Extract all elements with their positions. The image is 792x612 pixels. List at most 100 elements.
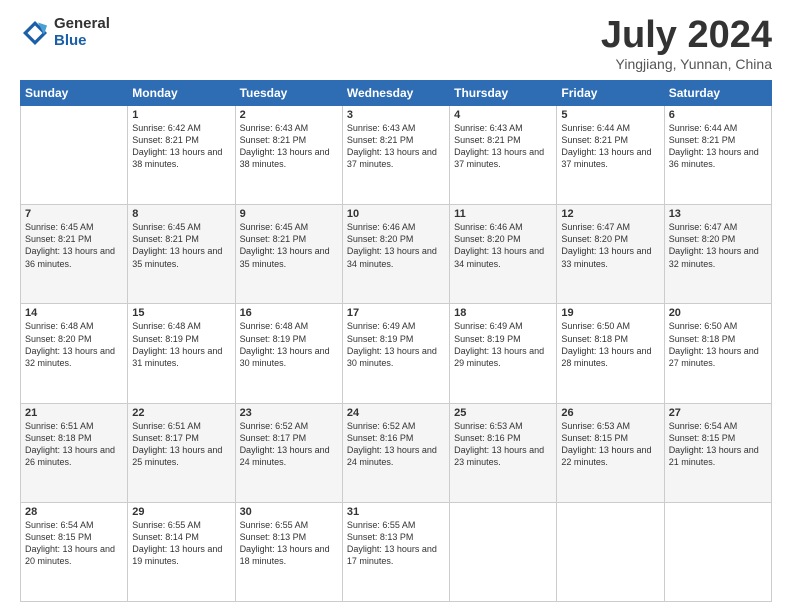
calendar-cell: 2Sunrise: 6:43 AMSunset: 8:21 PMDaylight… (235, 106, 342, 205)
day-number: 18 (454, 307, 552, 319)
calendar-cell: 10Sunrise: 6:46 AMSunset: 8:20 PMDayligh… (342, 205, 449, 304)
cell-content: Sunrise: 6:44 AMSunset: 8:21 PMDaylight:… (669, 122, 767, 171)
day-number: 28 (25, 506, 123, 518)
calendar-cell: 6Sunrise: 6:44 AMSunset: 8:21 PMDaylight… (664, 106, 771, 205)
calendar-cell: 25Sunrise: 6:53 AMSunset: 8:16 PMDayligh… (450, 403, 557, 502)
calendar-cell: 20Sunrise: 6:50 AMSunset: 8:18 PMDayligh… (664, 304, 771, 403)
calendar-cell: 7Sunrise: 6:45 AMSunset: 8:21 PMDaylight… (21, 205, 128, 304)
calendar-cell: 4Sunrise: 6:43 AMSunset: 8:21 PMDaylight… (450, 106, 557, 205)
logo: General Blue (20, 16, 110, 49)
day-number: 22 (132, 407, 230, 419)
day-number: 12 (561, 208, 659, 220)
cell-content: Sunrise: 6:55 AMSunset: 8:14 PMDaylight:… (132, 519, 230, 568)
day-number: 15 (132, 307, 230, 319)
calendar-table: SundayMondayTuesdayWednesdayThursdayFrid… (20, 80, 772, 602)
calendar-cell: 15Sunrise: 6:48 AMSunset: 8:19 PMDayligh… (128, 304, 235, 403)
day-number: 23 (240, 407, 338, 419)
cell-content: Sunrise: 6:50 AMSunset: 8:18 PMDaylight:… (669, 320, 767, 369)
calendar-cell: 13Sunrise: 6:47 AMSunset: 8:20 PMDayligh… (664, 205, 771, 304)
cell-content: Sunrise: 6:48 AMSunset: 8:20 PMDaylight:… (25, 320, 123, 369)
title-section: July 2024 Yingjiang, Yunnan, China (601, 16, 772, 72)
calendar-cell: 3Sunrise: 6:43 AMSunset: 8:21 PMDaylight… (342, 106, 449, 205)
day-number: 24 (347, 407, 445, 419)
day-number: 4 (454, 109, 552, 121)
day-number: 17 (347, 307, 445, 319)
cell-content: Sunrise: 6:48 AMSunset: 8:19 PMDaylight:… (240, 320, 338, 369)
cell-content: Sunrise: 6:55 AMSunset: 8:13 PMDaylight:… (347, 519, 445, 568)
cell-content: Sunrise: 6:51 AMSunset: 8:17 PMDaylight:… (132, 420, 230, 469)
calendar: SundayMondayTuesdayWednesdayThursdayFrid… (20, 80, 772, 602)
calendar-cell: 19Sunrise: 6:50 AMSunset: 8:18 PMDayligh… (557, 304, 664, 403)
cell-content: Sunrise: 6:42 AMSunset: 8:21 PMDaylight:… (132, 122, 230, 171)
day-number: 8 (132, 208, 230, 220)
cell-content: Sunrise: 6:45 AMSunset: 8:21 PMDaylight:… (240, 221, 338, 270)
calendar-cell: 27Sunrise: 6:54 AMSunset: 8:15 PMDayligh… (664, 403, 771, 502)
cell-content: Sunrise: 6:45 AMSunset: 8:21 PMDaylight:… (132, 221, 230, 270)
calendar-cell: 30Sunrise: 6:55 AMSunset: 8:13 PMDayligh… (235, 502, 342, 601)
day-number: 26 (561, 407, 659, 419)
cell-content: Sunrise: 6:45 AMSunset: 8:21 PMDaylight:… (25, 221, 123, 270)
calendar-cell: 29Sunrise: 6:55 AMSunset: 8:14 PMDayligh… (128, 502, 235, 601)
calendar-week-row: 28Sunrise: 6:54 AMSunset: 8:15 PMDayligh… (21, 502, 772, 601)
weekday-header: Sunday (21, 81, 128, 106)
day-number: 20 (669, 307, 767, 319)
location: Yingjiang, Yunnan, China (601, 56, 772, 72)
day-number: 29 (132, 506, 230, 518)
calendar-cell: 16Sunrise: 6:48 AMSunset: 8:19 PMDayligh… (235, 304, 342, 403)
cell-content: Sunrise: 6:47 AMSunset: 8:20 PMDaylight:… (561, 221, 659, 270)
cell-content: Sunrise: 6:48 AMSunset: 8:19 PMDaylight:… (132, 320, 230, 369)
calendar-cell (557, 502, 664, 601)
day-number: 2 (240, 109, 338, 121)
weekday-header: Monday (128, 81, 235, 106)
cell-content: Sunrise: 6:53 AMSunset: 8:16 PMDaylight:… (454, 420, 552, 469)
day-number: 25 (454, 407, 552, 419)
cell-content: Sunrise: 6:43 AMSunset: 8:21 PMDaylight:… (347, 122, 445, 171)
calendar-week-row: 21Sunrise: 6:51 AMSunset: 8:18 PMDayligh… (21, 403, 772, 502)
calendar-cell: 21Sunrise: 6:51 AMSunset: 8:18 PMDayligh… (21, 403, 128, 502)
cell-content: Sunrise: 6:55 AMSunset: 8:13 PMDaylight:… (240, 519, 338, 568)
calendar-week-row: 7Sunrise: 6:45 AMSunset: 8:21 PMDaylight… (21, 205, 772, 304)
cell-content: Sunrise: 6:46 AMSunset: 8:20 PMDaylight:… (454, 221, 552, 270)
day-number: 14 (25, 307, 123, 319)
header: General Blue July 2024 Yingjiang, Yunnan… (20, 16, 772, 72)
day-number: 6 (669, 109, 767, 121)
logo-blue-text: Blue (54, 33, 110, 50)
month-title: July 2024 (601, 16, 772, 54)
calendar-cell: 14Sunrise: 6:48 AMSunset: 8:20 PMDayligh… (21, 304, 128, 403)
calendar-cell: 12Sunrise: 6:47 AMSunset: 8:20 PMDayligh… (557, 205, 664, 304)
calendar-cell (664, 502, 771, 601)
day-number: 19 (561, 307, 659, 319)
day-number: 13 (669, 208, 767, 220)
day-number: 27 (669, 407, 767, 419)
calendar-cell: 5Sunrise: 6:44 AMSunset: 8:21 PMDaylight… (557, 106, 664, 205)
cell-content: Sunrise: 6:44 AMSunset: 8:21 PMDaylight:… (561, 122, 659, 171)
weekday-header: Saturday (664, 81, 771, 106)
calendar-cell: 31Sunrise: 6:55 AMSunset: 8:13 PMDayligh… (342, 502, 449, 601)
cell-content: Sunrise: 6:50 AMSunset: 8:18 PMDaylight:… (561, 320, 659, 369)
cell-content: Sunrise: 6:52 AMSunset: 8:17 PMDaylight:… (240, 420, 338, 469)
day-number: 9 (240, 208, 338, 220)
calendar-cell: 8Sunrise: 6:45 AMSunset: 8:21 PMDaylight… (128, 205, 235, 304)
day-number: 11 (454, 208, 552, 220)
calendar-week-row: 1Sunrise: 6:42 AMSunset: 8:21 PMDaylight… (21, 106, 772, 205)
weekday-header: Friday (557, 81, 664, 106)
cell-content: Sunrise: 6:54 AMSunset: 8:15 PMDaylight:… (25, 519, 123, 568)
cell-content: Sunrise: 6:51 AMSunset: 8:18 PMDaylight:… (25, 420, 123, 469)
calendar-cell (21, 106, 128, 205)
day-number: 30 (240, 506, 338, 518)
weekday-header: Wednesday (342, 81, 449, 106)
cell-content: Sunrise: 6:54 AMSunset: 8:15 PMDaylight:… (669, 420, 767, 469)
weekday-header: Thursday (450, 81, 557, 106)
calendar-cell: 28Sunrise: 6:54 AMSunset: 8:15 PMDayligh… (21, 502, 128, 601)
day-number: 10 (347, 208, 445, 220)
day-number: 7 (25, 208, 123, 220)
cell-content: Sunrise: 6:47 AMSunset: 8:20 PMDaylight:… (669, 221, 767, 270)
day-number: 5 (561, 109, 659, 121)
calendar-cell: 17Sunrise: 6:49 AMSunset: 8:19 PMDayligh… (342, 304, 449, 403)
calendar-cell: 24Sunrise: 6:52 AMSunset: 8:16 PMDayligh… (342, 403, 449, 502)
weekday-header: Tuesday (235, 81, 342, 106)
calendar-cell (450, 502, 557, 601)
logo-text: General Blue (54, 16, 110, 49)
calendar-cell: 26Sunrise: 6:53 AMSunset: 8:15 PMDayligh… (557, 403, 664, 502)
cell-content: Sunrise: 6:43 AMSunset: 8:21 PMDaylight:… (240, 122, 338, 171)
